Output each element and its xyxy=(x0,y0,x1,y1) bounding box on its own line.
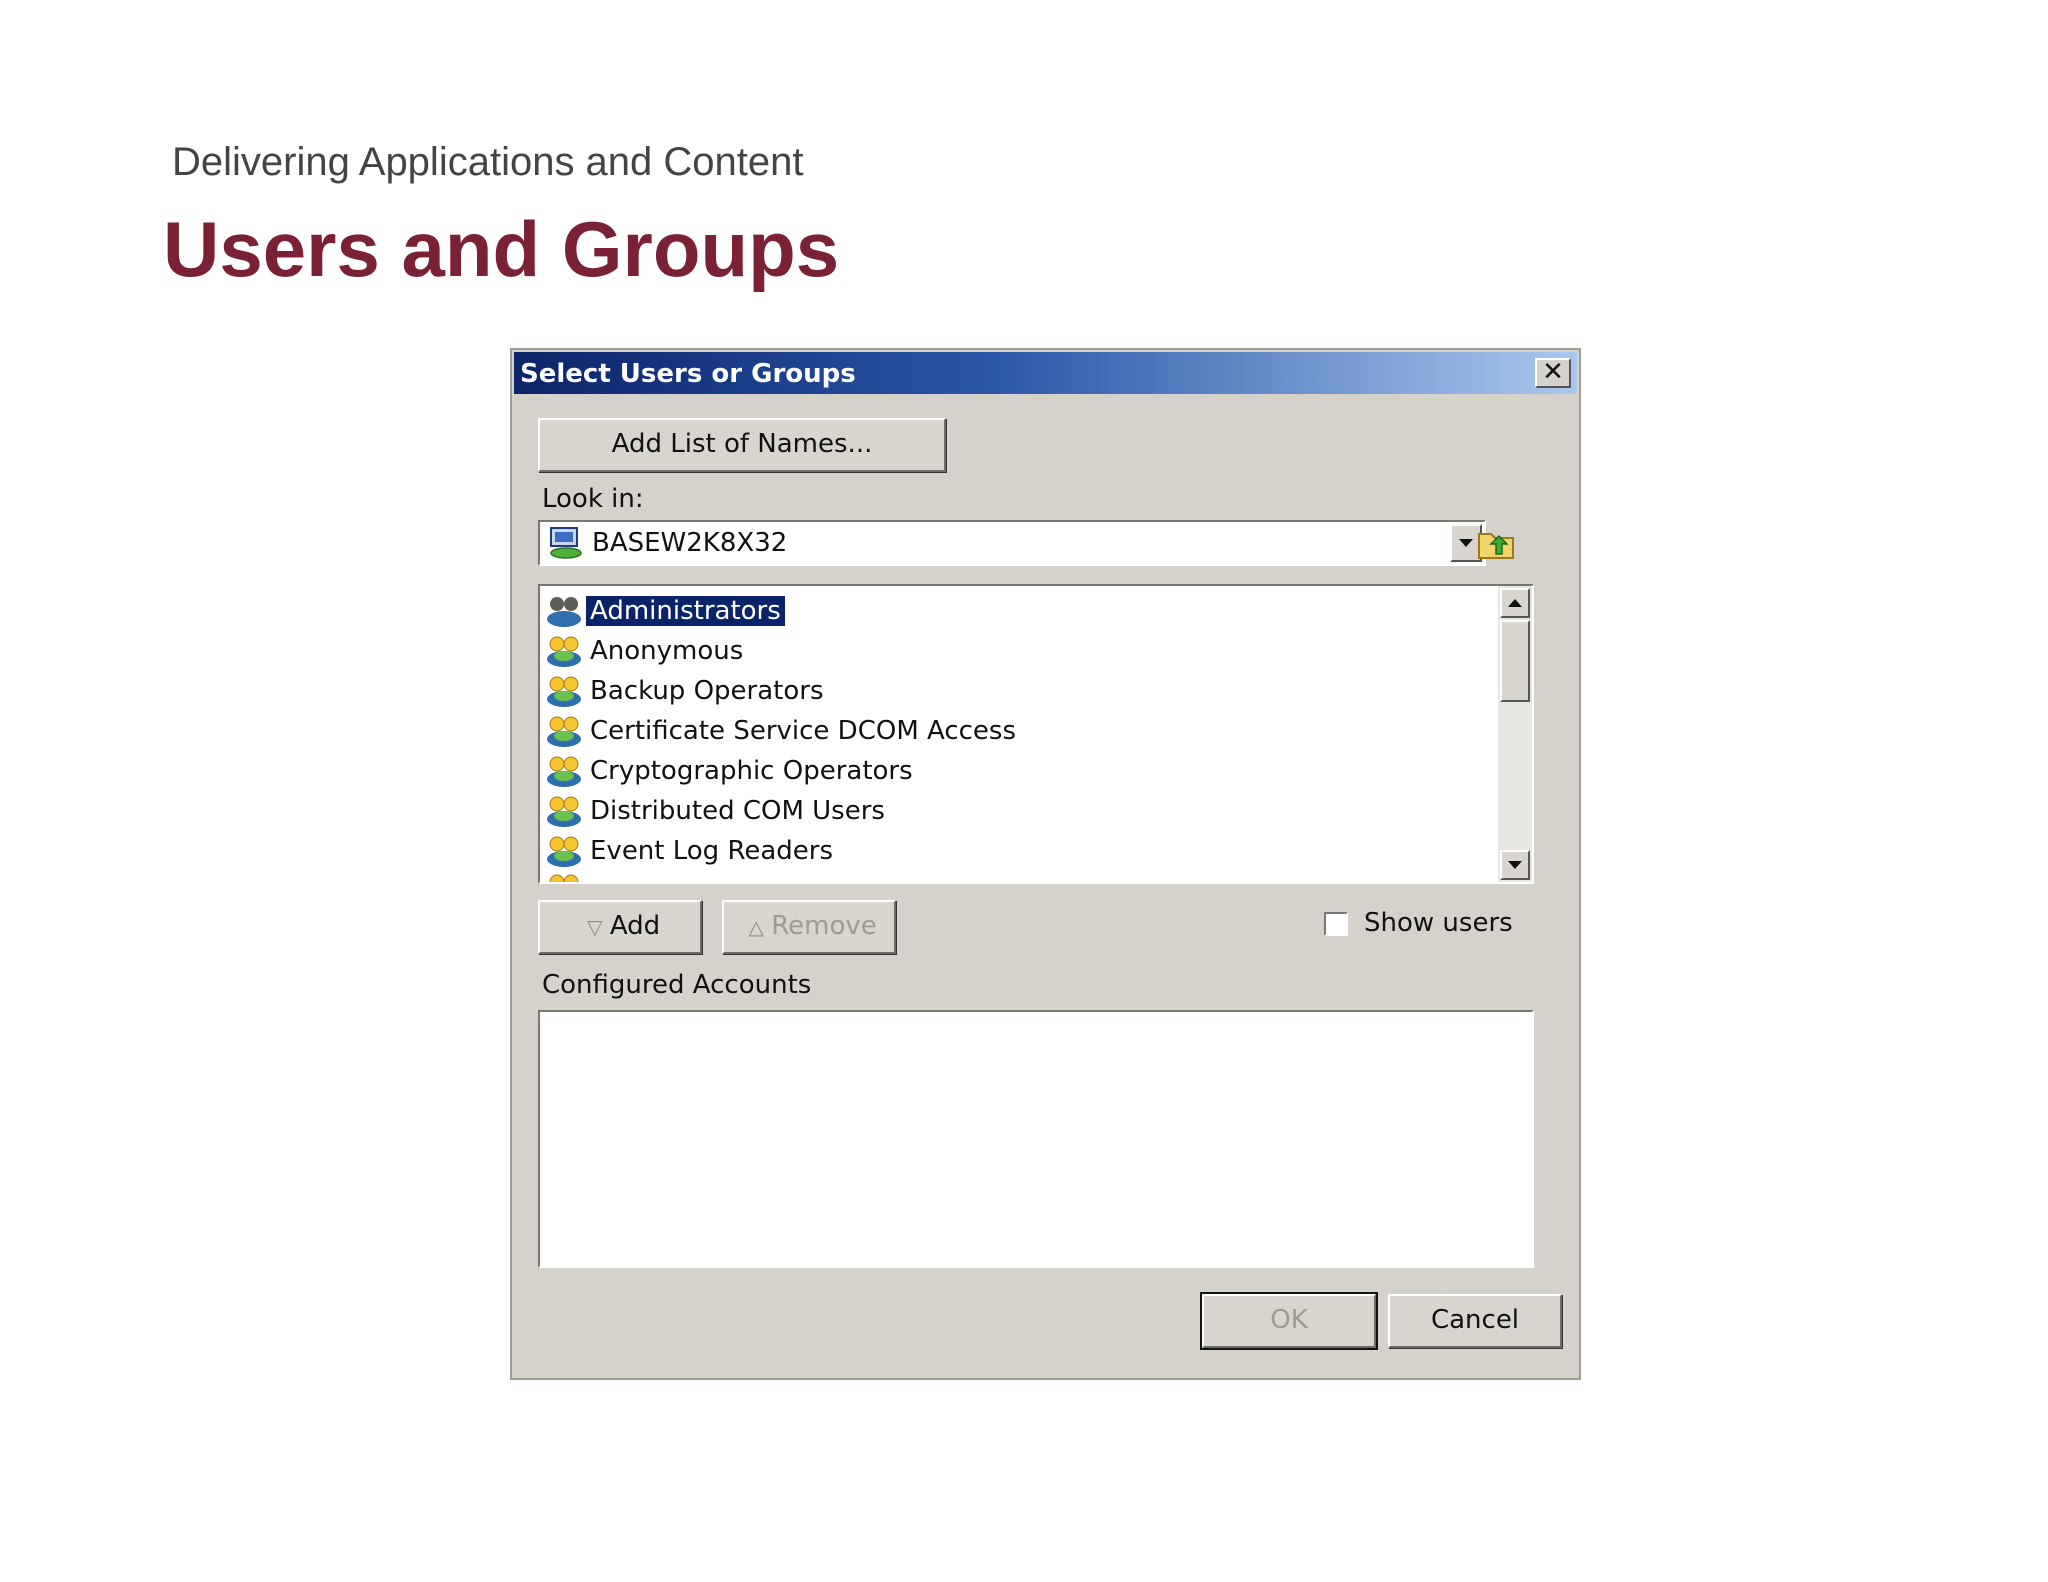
groups-listbox[interactable]: Administrators Anonymous Backup Operator… xyxy=(538,584,1534,884)
arrow-up-icon: △ xyxy=(748,915,764,939)
configured-accounts-label: Configured Accounts xyxy=(542,970,812,1000)
look-in-value: BASEW2K8X32 xyxy=(592,528,788,558)
scroll-up-icon[interactable] xyxy=(1500,588,1530,618)
group-label: Event Log Readers xyxy=(590,836,834,866)
folder-up-icon[interactable] xyxy=(1476,524,1516,562)
computer-icon xyxy=(550,527,582,559)
dialog-title: Select Users or Groups xyxy=(520,359,856,389)
configured-accounts-list[interactable] xyxy=(538,1010,1534,1268)
arrow-down-icon: ▽ xyxy=(587,915,603,939)
group-label: Administrators xyxy=(584,594,787,628)
dialog-titlebar[interactable]: Select Users or Groups ✕ xyxy=(514,352,1577,394)
look-in-label: Look in: xyxy=(542,484,644,514)
group-label: Backup Operators xyxy=(590,676,824,706)
group-icon xyxy=(549,874,579,882)
add-button[interactable]: ▽ Add xyxy=(538,900,702,954)
add-list-of-names-button[interactable]: Add List of Names... xyxy=(538,418,946,472)
group-label: Certificate Service DCOM Access xyxy=(590,716,1017,746)
scroll-thumb[interactable] xyxy=(1500,620,1530,702)
add-button-label: Add xyxy=(609,911,661,941)
groups-scrollbar[interactable] xyxy=(1498,586,1532,882)
remove-button[interactable]: △ Remove xyxy=(722,900,896,954)
close-button[interactable]: ✕ xyxy=(1535,358,1571,388)
remove-button-label: Remove xyxy=(771,911,877,941)
group-icon xyxy=(547,836,581,867)
group-icon xyxy=(547,636,581,667)
group-icon xyxy=(547,796,581,827)
show-users-checkbox[interactable] xyxy=(1324,912,1348,936)
group-label: Anonymous xyxy=(590,636,744,666)
scroll-down-icon[interactable] xyxy=(1500,850,1530,880)
group-icon xyxy=(547,756,581,787)
group-label: Cryptographic Operators xyxy=(590,756,913,786)
ok-button[interactable]: OK xyxy=(1200,1292,1378,1350)
select-users-dialog: Select Users or Groups ✕ Add List of Nam… xyxy=(510,348,1581,1380)
group-icon xyxy=(547,716,581,747)
show-users-label[interactable]: Show users xyxy=(1364,908,1513,938)
cancel-button[interactable]: Cancel xyxy=(1388,1294,1562,1348)
group-icon xyxy=(547,597,581,627)
close-icon: ✕ xyxy=(1542,357,1564,387)
look-in-dropdown[interactable]: BASEW2K8X32 xyxy=(538,520,1486,566)
group-icon xyxy=(547,676,581,707)
group-label: Distributed COM Users xyxy=(590,796,885,826)
slide-title: Users and Groups xyxy=(163,205,840,293)
slide-subtitle: Delivering Applications and Content xyxy=(172,140,804,184)
